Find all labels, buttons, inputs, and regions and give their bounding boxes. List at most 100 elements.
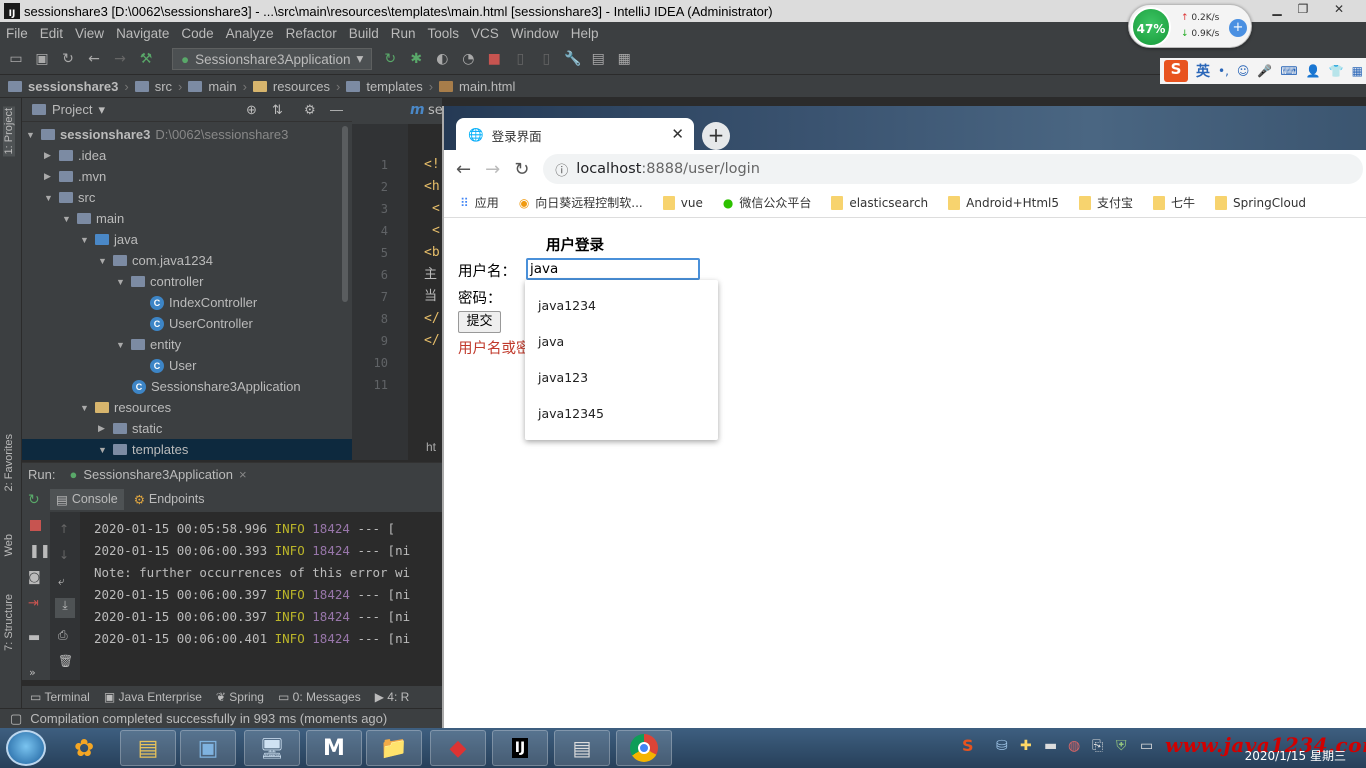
network-meter-widget[interactable]: 47% ↑ 0.2K/s ↓ 0.9K/s + — [1128, 4, 1252, 48]
tree-item-com-java1234[interactable]: ▼ com.java1234 — [98, 250, 213, 271]
grid-menu-icon[interactable]: ▦ — [1352, 64, 1363, 78]
breadcrumb-resources[interactable]: resources — [273, 79, 330, 94]
tray-icon-device[interactable]: ⎘ — [1092, 738, 1103, 754]
expanded-arrow-icon[interactable]: ▼ — [98, 256, 108, 266]
bookmark-springcloud[interactable]: SpringCloud — [1215, 195, 1306, 210]
tree-item-controller[interactable]: ▼ controller — [116, 271, 203, 292]
tree-scrollbar[interactable] — [342, 126, 348, 302]
close-window-button[interactable]: ✕ — [1326, 2, 1352, 18]
emoji-icon[interactable]: ☺ — [1237, 64, 1250, 78]
tree-item-sessionshare3application[interactable]: C Sessionshare3Application — [132, 376, 301, 397]
sogou-logo-icon[interactable]: S — [1164, 60, 1188, 82]
bookmark-android-html5[interactable]: Android+Html5 — [948, 195, 1059, 210]
tray-icon-shield[interactable]: ◍ — [1068, 738, 1080, 754]
collapsed-arrow-icon[interactable]: ▶ — [44, 171, 54, 182]
maximize-button[interactable]: ❐ — [1290, 2, 1316, 18]
print-icon[interactable]: ⎙ — [58, 628, 68, 643]
menu-build[interactable]: Build — [349, 26, 379, 41]
tray-clock[interactable]: 2020/1/15 星期三 — [1245, 747, 1346, 764]
tab-console[interactable]: ▤ Console — [50, 488, 124, 510]
taskbar-app-notepad[interactable]: ▤ — [120, 730, 176, 766]
code-editor[interactable]: <! <h < < <b 主 当 </ </ ht — [408, 124, 442, 460]
open-icon[interactable]: ▭ — [8, 51, 24, 67]
autocomplete-option[interactable]: java12345 — [538, 406, 604, 421]
locate-icon[interactable]: ⊕ — [246, 102, 257, 118]
menu-edit[interactable]: Edit — [40, 26, 63, 41]
vcs-icon[interactable]: ▯ — [512, 51, 528, 67]
tray-icon-plus[interactable]: ✚ — [1020, 738, 1032, 754]
save-icon[interactable]: ▣ — [34, 51, 50, 67]
expanded-arrow-icon[interactable]: ▼ — [116, 340, 126, 350]
expanded-arrow-icon[interactable]: ▼ — [62, 214, 72, 224]
ime-language[interactable]: 英 — [1196, 61, 1210, 81]
taskbar-app-photos[interactable]: ✿ — [56, 730, 112, 766]
menu-window[interactable]: Window — [511, 26, 559, 41]
pause-icon[interactable]: ❚❚ — [29, 544, 51, 559]
layout-icon[interactable]: ▬ — [28, 630, 40, 645]
tray-icon-security[interactable]: ⛨ — [1116, 738, 1127, 754]
tree-item-static[interactable]: ▶ static — [98, 418, 162, 439]
tree-item-java[interactable]: ▼ java — [80, 229, 138, 250]
microphone-icon[interactable]: 🎤 — [1257, 64, 1272, 78]
editor-tab-label[interactable]: se — [428, 103, 443, 118]
bookmark-qiniu[interactable]: 七牛 — [1153, 194, 1195, 211]
menu-run[interactable]: Run — [391, 26, 416, 41]
close-tab-icon[interactable]: ✕ — [671, 125, 684, 143]
menu-navigate[interactable]: Navigate — [116, 26, 169, 41]
reload-icon[interactable]: ↻ — [514, 159, 529, 180]
bookmark-wechat[interactable]: ● 微信公众平台 — [723, 194, 812, 211]
collapsed-arrow-icon[interactable]: ▶ — [98, 423, 108, 434]
tab-spring[interactable]: ❦ Spring — [216, 690, 264, 704]
project-structure-icon[interactable]: ▤ — [590, 51, 606, 67]
breadcrumb-main[interactable]: main — [208, 79, 236, 94]
tab-messages[interactable]: ▭ 0: Messages — [278, 690, 361, 704]
scroll-to-end-icon[interactable]: ⤓ — [55, 598, 75, 618]
taskbar-app-mybatis[interactable]: M — [306, 730, 362, 766]
add-icon[interactable]: + — [1229, 19, 1247, 37]
tree-item-user[interactable]: C User — [150, 355, 196, 376]
back-icon[interactable]: ← — [86, 51, 102, 67]
menu-refactor[interactable]: Refactor — [286, 26, 337, 41]
shirt-icon[interactable]: 👕 — [1329, 64, 1344, 78]
rerun-icon[interactable]: ↻ — [28, 492, 40, 508]
stop-icon[interactable] — [30, 520, 41, 531]
tab-endpoints[interactable]: ⚙ Endpoints — [128, 489, 211, 510]
info-icon[interactable]: ⓘ — [555, 160, 568, 179]
breadcrumb-templates[interactable]: templates — [366, 79, 422, 94]
tree-item-templates[interactable]: ▼ templates — [22, 439, 352, 460]
run-tab-label[interactable]: Sessionshare3Application — [83, 467, 233, 482]
tree-item-main[interactable]: ▼ main — [62, 208, 124, 229]
forward-icon[interactable]: → — [112, 51, 128, 67]
back-arrow-icon[interactable]: ← — [456, 159, 471, 180]
tab-terminal[interactable]: ▭ Terminal — [30, 690, 90, 704]
taskbar-app-intellij[interactable]: IJ — [492, 730, 548, 766]
chevron-down-icon[interactable]: ▾ — [98, 102, 105, 118]
new-tab-button[interactable]: + — [702, 122, 730, 150]
collapse-all-icon[interactable]: ⇅ — [272, 102, 283, 118]
expanded-arrow-icon[interactable]: ▼ — [26, 130, 36, 140]
taskbar-app-remote-desktop[interactable]: 🖥 — [244, 730, 300, 766]
sdk-icon[interactable]: ▦ — [616, 51, 632, 67]
tool-window-web[interactable]: Web — [3, 534, 15, 556]
menu-vcs[interactable]: VCS — [471, 26, 499, 41]
tray-icon-monitor[interactable]: ▬ — [1044, 738, 1057, 754]
breadcrumb-src[interactable]: src — [155, 79, 172, 94]
autocomplete-option[interactable]: java — [538, 334, 564, 349]
soft-wrap-icon[interactable]: ⤶ — [58, 574, 65, 589]
taskbar-app-document[interactable]: ▤ — [554, 730, 610, 766]
url-input[interactable]: ⓘ localhost:8888/user/login — [543, 154, 1364, 184]
down-arrow-icon[interactable]: ↓ — [59, 548, 69, 562]
taskbar-app-explorer[interactable]: 📁 — [366, 730, 422, 766]
bookmark-elasticsearch[interactable]: elasticsearch — [831, 195, 928, 210]
wrench-icon[interactable]: 🔧 — [564, 51, 581, 67]
tool-window-favorites[interactable]: 2: Favorites — [3, 434, 15, 491]
sync-icon[interactable]: ↻ — [60, 51, 76, 67]
up-arrow-icon[interactable]: ↑ — [59, 522, 69, 536]
menu-code[interactable]: Code — [181, 26, 213, 41]
expanded-arrow-icon[interactable]: ▼ — [80, 403, 90, 413]
tray-icon-display[interactable]: ▭ — [1140, 738, 1153, 754]
camera-icon[interactable]: ◙ — [28, 570, 41, 585]
hide-panel-icon[interactable]: — — [330, 102, 343, 117]
menu-analyze[interactable]: Analyze — [226, 26, 274, 41]
autocomplete-option[interactable]: java123 — [538, 370, 588, 385]
